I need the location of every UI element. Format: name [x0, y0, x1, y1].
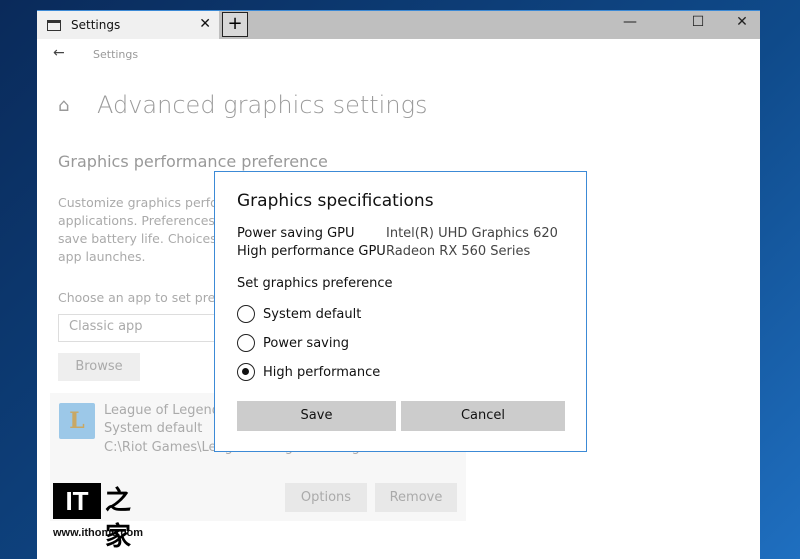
radio-label: High performance [263, 364, 381, 380]
description-line: applications. Preferences r [58, 213, 225, 228]
new-tab-button[interactable]: + [222, 12, 248, 37]
page-title: Advanced graphics settings [97, 91, 428, 119]
graphics-specifications-dialog: Graphics specifications Power saving GPU… [214, 171, 587, 452]
tab-settings[interactable]: Settings ✕ [37, 11, 219, 39]
description-line: save battery life. Choices r [58, 231, 226, 246]
league-of-legends-icon: L [59, 403, 95, 439]
radio-power-saving[interactable]: Power saving [237, 334, 349, 352]
description-line: Customize graphics perfor [58, 195, 223, 210]
app-name: League of Legends [104, 403, 227, 418]
description-line: app launches. [58, 249, 146, 264]
back-button[interactable]: ← [53, 45, 65, 61]
maximize-button[interactable]: ☐ [683, 14, 713, 30]
spec-label: High performance GPU [237, 244, 386, 259]
ithome-logo: IT [53, 483, 101, 519]
radio-label: Power saving [263, 335, 349, 351]
ithome-logo-zh: 之家 [105, 486, 132, 552]
browse-button[interactable]: Browse [58, 353, 140, 381]
close-tab-icon[interactable]: ✕ [199, 16, 211, 32]
section-title: Graphics performance preference [58, 152, 328, 171]
cancel-button[interactable]: Cancel [401, 401, 565, 431]
remove-button[interactable]: Remove [375, 483, 457, 512]
close-window-button[interactable]: ✕ [727, 14, 757, 30]
description: Customize graphics perfor applications. … [58, 194, 238, 266]
tab-bar: Settings ✕ + — ☐ ✕ [37, 11, 760, 39]
save-button[interactable]: Save [237, 401, 396, 431]
radio-circle [237, 305, 255, 323]
spec-value: Intel(R) UHD Graphics 620 [386, 226, 558, 241]
radio-circle-selected [237, 363, 255, 381]
window-icon [47, 19, 61, 31]
app-preference: System default [104, 421, 203, 436]
radio-circle [237, 334, 255, 352]
radio-system-default[interactable]: System default [237, 305, 361, 323]
choose-app-label: Choose an app to set pref [58, 290, 218, 305]
ithome-watermark: IT 之家 www.ithome.com [53, 483, 143, 552]
breadcrumb: Settings [93, 48, 139, 61]
radio-high-performance[interactable]: High performance [237, 363, 380, 381]
radio-label: System default [263, 306, 362, 322]
spec-power-saving: Power saving GPU Intel(R) UHD Graphics 62… [237, 226, 558, 241]
app-type-select[interactable]: Classic app [58, 314, 218, 342]
spec-label: Power saving GPU [237, 226, 355, 241]
spec-value: Radeon RX 560 Series [386, 244, 531, 259]
minimize-button[interactable]: — [615, 14, 645, 30]
options-button[interactable]: Options [285, 483, 367, 512]
preference-label: Set graphics preference [237, 276, 393, 291]
dialog-title: Graphics specifications [237, 191, 434, 211]
tab-title: Settings [71, 18, 121, 32]
spec-high-performance: High performance GPU Radeon RX 560 Series [237, 244, 530, 259]
home-icon[interactable]: ⌂ [58, 95, 69, 116]
